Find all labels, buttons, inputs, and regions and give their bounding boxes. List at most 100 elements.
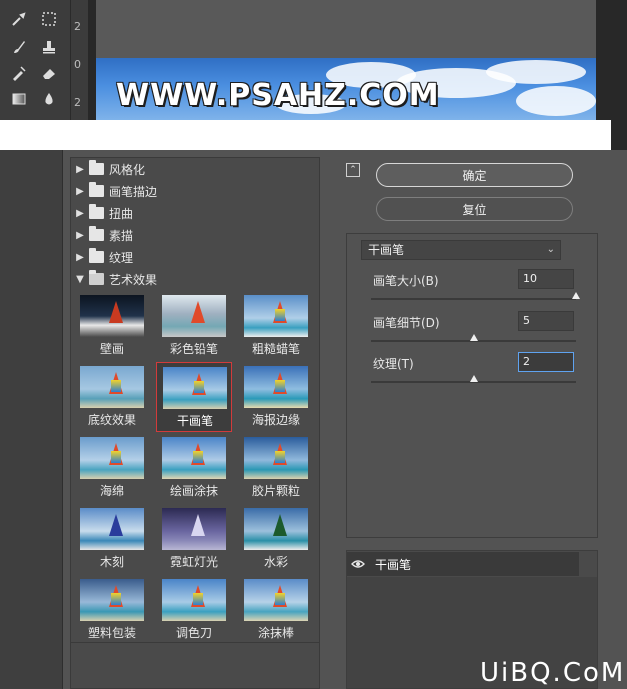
thumb-label: 涂抹棒 bbox=[257, 626, 294, 640]
brush-size-slider[interactable] bbox=[371, 292, 580, 300]
brush-detail-input[interactable]: 5 bbox=[518, 311, 574, 331]
thumb-label: 霓虹灯光 bbox=[169, 555, 218, 569]
history-brush-icon[interactable] bbox=[8, 62, 30, 84]
canvas-image: WWW.PSAHZ.COM bbox=[96, 58, 596, 120]
stamp-tool-icon[interactable] bbox=[38, 36, 60, 58]
collapse-gallery-button[interactable]: ⌃ bbox=[346, 163, 360, 177]
thumb-watercolor[interactable]: 水彩 bbox=[238, 504, 314, 574]
thumb-label: 调色刀 bbox=[175, 626, 212, 640]
gradient-tool-icon[interactable] bbox=[8, 88, 30, 110]
thumb-image bbox=[80, 437, 144, 479]
thumb-image bbox=[162, 579, 226, 621]
reset-button[interactable]: 复位 bbox=[376, 197, 573, 221]
thumb-paint-daubs[interactable]: 绘画涂抹 bbox=[156, 433, 232, 503]
brush-size-label: 画笔大小(B) bbox=[373, 274, 439, 288]
slider-handle[interactable] bbox=[572, 292, 580, 299]
brush-detail-label: 画笔细节(D) bbox=[373, 316, 440, 330]
thumb-fresco[interactable]: 壁画 bbox=[74, 291, 150, 361]
canvas-watermark-text: WWW.PSAHZ.COM bbox=[116, 78, 440, 113]
texture-input[interactable]: 2 bbox=[518, 352, 574, 372]
brush-detail-slider[interactable] bbox=[371, 334, 576, 342]
folder-icon bbox=[89, 226, 104, 241]
category-distort[interactable]: ▶ 扭曲 bbox=[71, 202, 319, 224]
texture-slider[interactable] bbox=[371, 375, 576, 383]
thumb-image bbox=[244, 508, 308, 550]
slider-handle[interactable] bbox=[469, 334, 478, 341]
thumb-image bbox=[162, 437, 226, 479]
category-artistic[interactable]: ▼ 艺术效果 bbox=[71, 268, 319, 290]
thumb-plastic-wrap[interactable]: 塑料包装 bbox=[74, 575, 150, 645]
thumb-film-grain[interactable]: 胶片颗粒 bbox=[238, 433, 314, 503]
expand-arrow-icon: ▶ bbox=[76, 229, 84, 241]
thumb-label: 干画笔 bbox=[176, 414, 213, 428]
expand-arrow-icon: ▶ bbox=[76, 251, 84, 263]
canvas-edge bbox=[596, 0, 627, 120]
blur-tool-icon[interactable] bbox=[38, 88, 60, 110]
category-label: 纹理 bbox=[109, 250, 134, 265]
thumb-image bbox=[244, 579, 308, 621]
thumb-image bbox=[80, 366, 144, 408]
brush-size-input[interactable]: 10 bbox=[518, 269, 574, 289]
thumb-palette-knife[interactable]: 调色刀 bbox=[156, 575, 232, 645]
thumb-image bbox=[162, 508, 226, 550]
effect-layer-row[interactable]: 干画笔 bbox=[347, 552, 579, 576]
category-label: 艺术效果 bbox=[109, 272, 158, 287]
filter-list: ▶ 风格化 ▶ 画笔描边 ▶ 扭曲 ▶ 素描 ▶ 纹理 ▼ 艺术效果 壁画 彩色… bbox=[70, 157, 320, 689]
filter-select-value: 干画笔 bbox=[368, 243, 405, 257]
eye-icon[interactable] bbox=[347, 559, 369, 569]
ok-button[interactable]: 确定 bbox=[376, 163, 573, 187]
thumb-label: 彩色铅笔 bbox=[169, 342, 218, 356]
preview-pane[interactable] bbox=[0, 150, 63, 689]
thumb-underpainting[interactable]: 底纹效果 bbox=[74, 362, 150, 432]
eraser-tool-icon[interactable] bbox=[38, 62, 60, 84]
category-sketch[interactable]: ▶ 素描 bbox=[71, 224, 319, 246]
thumb-image bbox=[80, 508, 144, 550]
thumb-image bbox=[244, 295, 308, 337]
tools-panel bbox=[0, 0, 70, 120]
ruler-mark: 0 bbox=[74, 58, 81, 71]
thumb-label: 水彩 bbox=[263, 555, 288, 569]
list-divider bbox=[71, 642, 319, 643]
thumb-smudge-stick[interactable]: 涂抹棒 bbox=[238, 575, 314, 645]
thumb-dry-brush[interactable]: 干画笔 bbox=[156, 362, 232, 432]
filter-select[interactable]: 干画笔 ⌄ bbox=[361, 240, 561, 260]
category-texture[interactable]: ▶ 纹理 bbox=[71, 246, 319, 268]
eyedropper-tool-icon[interactable] bbox=[8, 8, 30, 30]
expand-arrow-icon: ▶ bbox=[76, 185, 84, 197]
thumb-cutout[interactable]: 木刻 bbox=[74, 504, 150, 574]
thumb-label: 海报边缘 bbox=[251, 413, 300, 427]
vertical-ruler: 2 0 2 bbox=[70, 0, 88, 120]
thumb-image bbox=[244, 437, 308, 479]
effect-layer-name: 干画笔 bbox=[375, 557, 412, 572]
thumb-rough-pastels[interactable]: 粗糙蜡笔 bbox=[238, 291, 314, 361]
thumb-label: 底纹效果 bbox=[87, 413, 136, 427]
texture-label: 纹理(T) bbox=[373, 357, 414, 371]
chevron-up-icon: ⌃ bbox=[349, 165, 357, 175]
marquee-tool-icon[interactable] bbox=[38, 8, 60, 30]
thumb-label: 壁画 bbox=[99, 342, 124, 356]
collapse-arrow-icon: ▼ bbox=[76, 273, 84, 285]
folder-icon bbox=[89, 182, 104, 197]
expand-arrow-icon: ▶ bbox=[76, 207, 84, 219]
thumb-sponge[interactable]: 海绵 bbox=[74, 433, 150, 503]
category-label: 风格化 bbox=[109, 162, 146, 177]
artistic-thumbnails: 壁画 彩色铅笔 粗糙蜡笔 底纹效果 干画笔 海报边缘 海绵 绘画涂抹 胶片颗粒 … bbox=[71, 291, 319, 640]
ruler-mark: 2 bbox=[74, 96, 81, 109]
canvas-area[interactable]: WWW.PSAHZ.COM bbox=[88, 0, 627, 120]
ruler-mark: 2 bbox=[74, 20, 81, 33]
thumb-image bbox=[80, 579, 144, 621]
thumb-poster-edges[interactable]: 海报边缘 bbox=[238, 362, 314, 432]
dialog-title-bar bbox=[0, 120, 611, 150]
thumb-neon-glow[interactable]: 霓虹灯光 bbox=[156, 504, 232, 574]
slider-handle[interactable] bbox=[469, 375, 478, 382]
dialog-title-edge bbox=[611, 120, 627, 150]
thumb-colored-pencil[interactable]: 彩色铅笔 bbox=[156, 291, 232, 361]
thumb-label: 海绵 bbox=[99, 484, 124, 498]
category-label: 扭曲 bbox=[109, 206, 134, 221]
category-brush-strokes[interactable]: ▶ 画笔描边 bbox=[71, 180, 319, 202]
category-stylize[interactable]: ▶ 风格化 bbox=[71, 158, 319, 180]
open-folder-icon bbox=[89, 270, 104, 285]
thumb-label: 胶片颗粒 bbox=[251, 484, 300, 498]
brush-tool-icon[interactable] bbox=[8, 36, 30, 58]
folder-icon bbox=[89, 204, 104, 219]
